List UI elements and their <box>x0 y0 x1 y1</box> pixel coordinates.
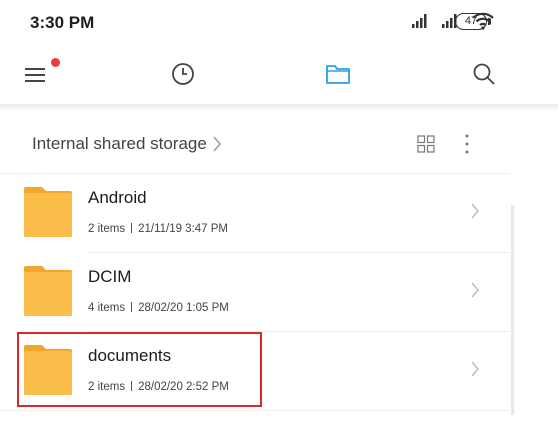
folder-icon <box>24 266 72 316</box>
item-count: 2 items <box>88 223 126 235</box>
chevron-right-icon <box>213 136 221 152</box>
divider <box>0 410 510 411</box>
folder-meta: 2 items 21/11/19 3:47 PM <box>88 223 228 235</box>
highlight-box <box>17 332 262 407</box>
breadcrumb[interactable]: Internal shared storage <box>32 134 207 154</box>
folder-name: DCIM <box>88 267 132 286</box>
more-options-icon[interactable] <box>463 133 471 155</box>
chevron-right-icon <box>471 282 479 298</box>
signal-icon <box>412 14 427 28</box>
folder-icon <box>24 187 72 237</box>
folder-icon[interactable] <box>322 58 354 90</box>
status-bar: 3:30 PM 47 <box>0 0 558 44</box>
battery-cap <box>488 18 491 25</box>
modified-date: 21/11/19 3:47 PM <box>138 223 229 235</box>
chevron-right-icon <box>471 361 479 377</box>
hamburger-menu-icon[interactable] <box>20 58 52 90</box>
list-item[interactable]: DCIM 4 items 28/02/20 1:05 PM <box>0 253 510 331</box>
chevron-right-icon <box>471 203 479 219</box>
list-item[interactable]: Android 2 items 21/11/19 3:47 PM <box>0 174 510 252</box>
scrollbar[interactable] <box>511 205 514 415</box>
status-time: 3:30 PM <box>30 13 95 32</box>
meta-separator <box>131 223 133 233</box>
breadcrumb-row: Internal shared storage <box>0 118 558 172</box>
folder-name: Android <box>88 188 147 207</box>
meta-separator <box>131 302 133 312</box>
grid-view-icon[interactable] <box>417 135 435 153</box>
top-toolbar <box>0 44 558 104</box>
modified-date: 28/02/20 1:05 PM <box>138 302 229 314</box>
folder-meta: 4 items 28/02/20 1:05 PM <box>88 302 229 314</box>
toolbar-divider <box>0 104 558 112</box>
battery-icon: 47 <box>455 13 487 30</box>
notification-dot <box>51 58 60 67</box>
item-count: 4 items <box>88 302 126 314</box>
search-icon[interactable] <box>468 58 500 90</box>
clock-icon[interactable] <box>167 58 199 90</box>
